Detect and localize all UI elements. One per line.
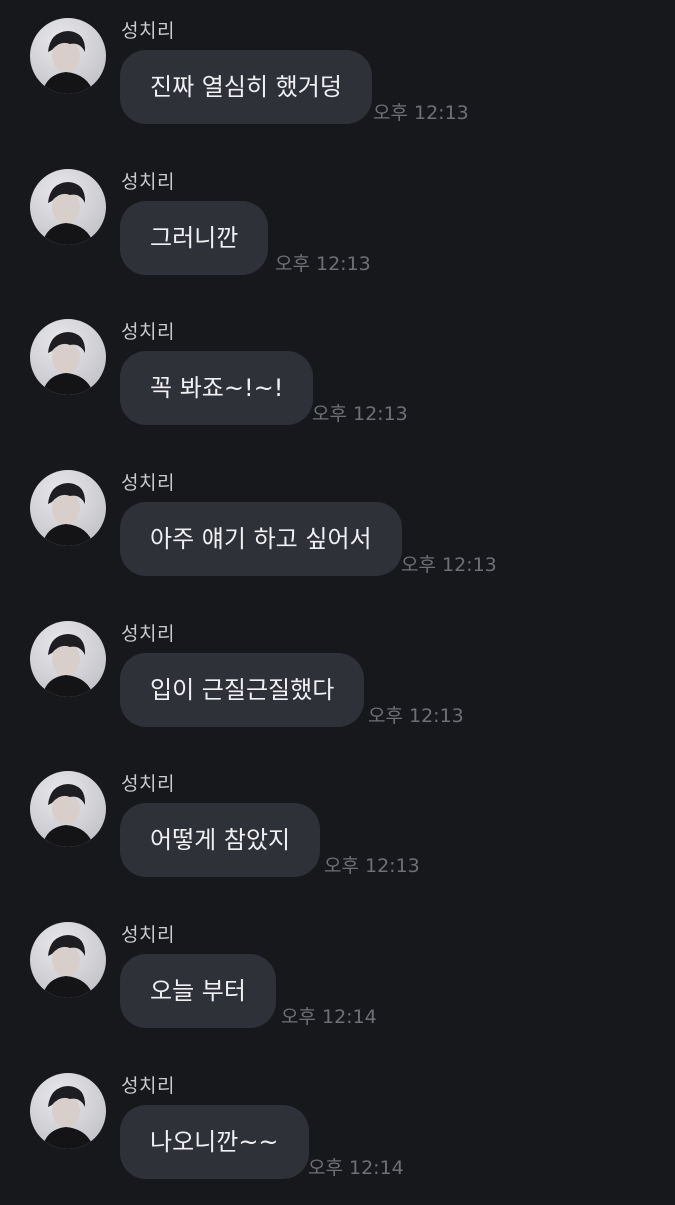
avatar-photo-icon — [42, 332, 94, 395]
message-bubble[interactable]: 진짜 열심히 했거덩 — [120, 50, 372, 124]
sender-name: 성치리 — [121, 623, 175, 645]
message-bubble[interactable]: 아주 얘기 하고 싶어서 — [120, 502, 402, 576]
sender-name: 성치리 — [121, 924, 175, 946]
message-item: 성치리 아주 얘기 하고 싶어서 오후 12:13 — [0, 452, 675, 602]
sender-name: 성치리 — [121, 472, 175, 494]
sender-name: 성치리 — [121, 1075, 175, 1097]
avatar[interactable] — [30, 319, 106, 395]
avatar-photo-icon — [42, 483, 94, 546]
avatar[interactable] — [30, 18, 106, 94]
avatar[interactable] — [30, 1073, 106, 1149]
message-time: 오후 12:13 — [312, 403, 408, 425]
avatar-photo-icon — [42, 634, 94, 697]
message-item: 성치리 어떻게 참았지 오후 12:13 — [0, 753, 675, 903]
sender-name: 성치리 — [121, 321, 175, 343]
message-time: 오후 12:14 — [308, 1157, 404, 1179]
message-bubble[interactable]: 어떻게 참았지 — [120, 803, 321, 877]
avatar[interactable] — [30, 621, 106, 697]
sender-name: 성치리 — [121, 20, 175, 42]
message-item: 성치리 오늘 부터 오후 12:14 — [0, 904, 675, 1054]
message-time: 오후 12:13 — [324, 855, 420, 877]
message-item: 성치리 그러니깐 오후 12:13 — [0, 151, 675, 301]
message-time: 오후 12:14 — [281, 1006, 377, 1028]
avatar[interactable] — [30, 470, 106, 546]
message-item: 성치리 입이 근질근질했다 오후 12:13 — [0, 603, 675, 753]
avatar-photo-icon — [42, 784, 94, 847]
message-time: 오후 12:13 — [275, 253, 371, 275]
message-time: 오후 12:13 — [401, 554, 497, 576]
sender-name: 성치리 — [121, 171, 175, 193]
message-time: 오후 12:13 — [368, 705, 464, 727]
message-bubble[interactable]: 그러니깐 — [120, 201, 269, 275]
avatar[interactable] — [30, 922, 106, 998]
message-bubble[interactable]: 나오니깐~~ — [120, 1105, 309, 1179]
avatar-photo-icon — [42, 935, 94, 998]
message-bubble[interactable]: 입이 근질근질했다 — [120, 653, 365, 727]
avatar[interactable] — [30, 771, 106, 847]
avatar[interactable] — [30, 169, 106, 245]
avatar-photo-icon — [42, 182, 94, 245]
message-bubble[interactable]: 오늘 부터 — [120, 954, 276, 1028]
message-time: 오후 12:13 — [373, 102, 469, 124]
message-bubble[interactable]: 꼭 봐죠~!~! — [120, 351, 314, 425]
message-item: 성치리 꼭 봐죠~!~! 오후 12:13 — [0, 301, 675, 451]
avatar-photo-icon — [42, 31, 94, 94]
avatar-photo-icon — [42, 1086, 94, 1149]
message-item: 성치리 진짜 열심히 했거덩 오후 12:13 — [0, 0, 675, 150]
sender-name: 성치리 — [121, 773, 175, 795]
chat-message-list[interactable]: 성치리 진짜 열심히 했거덩 오후 12:13 성치리 그러니깐 오후 12:1… — [0, 0, 675, 1200]
message-item: 성치리 나오니깐~~ 오후 12:14 — [0, 1055, 675, 1205]
